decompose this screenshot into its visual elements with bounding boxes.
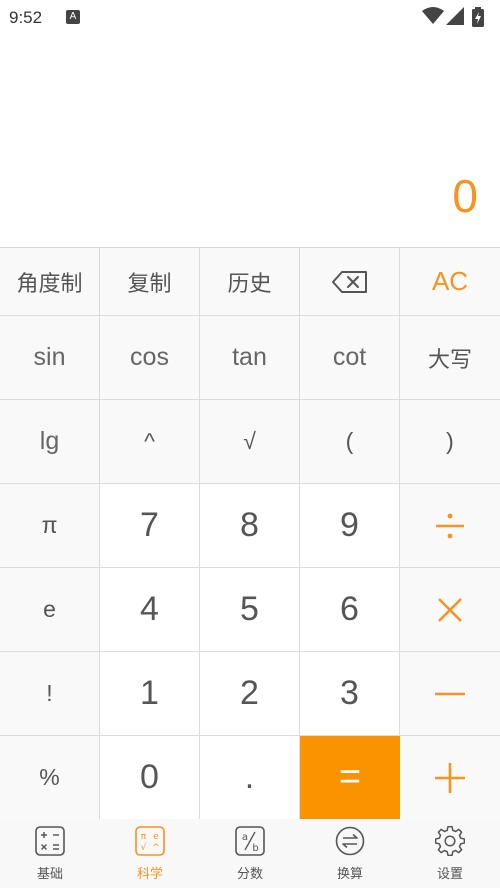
svg-text:π: π: [141, 832, 147, 842]
open-paren-button[interactable]: (: [300, 400, 400, 484]
calculator-display: 0: [0, 34, 500, 247]
tan-button[interactable]: tan: [200, 316, 300, 400]
status-bar: 9:52 A: [0, 0, 500, 34]
display-value: 0: [452, 170, 478, 222]
status-time: 9:52: [9, 8, 43, 27]
all-clear-button[interactable]: AC: [400, 248, 500, 316]
tab-scientific[interactable]: π e √ ^ 科学: [100, 819, 200, 888]
scientific-calc-icon: π e √ ^: [135, 826, 165, 856]
tab-conversion-label: 换算: [336, 867, 363, 882]
divide-icon: [436, 513, 464, 538]
svg-text:b: b: [252, 843, 258, 854]
cot-button[interactable]: cot: [300, 316, 400, 400]
digit-5-button[interactable]: 5: [200, 568, 300, 652]
copy-button[interactable]: 复制: [100, 248, 200, 316]
tab-settings[interactable]: 设置: [400, 819, 500, 888]
add-button[interactable]: [400, 736, 500, 820]
tab-fraction[interactable]: a b 分数: [200, 819, 300, 888]
backspace-button[interactable]: [300, 248, 400, 316]
factorial-button[interactable]: !: [0, 652, 100, 736]
cos-button[interactable]: cos: [100, 316, 200, 400]
uppercase-button[interactable]: 大写: [400, 316, 500, 400]
signal-icon: [446, 7, 464, 25]
multiply-icon: [438, 597, 462, 622]
power-button[interactable]: ^: [100, 400, 200, 484]
divide-button[interactable]: [400, 484, 500, 568]
digit-9-button[interactable]: 9: [300, 484, 400, 568]
close-paren-button[interactable]: ): [400, 400, 500, 484]
svg-text:√: √: [141, 842, 147, 853]
settings-gear-icon: [435, 826, 465, 856]
svg-text:^: ^: [152, 843, 160, 853]
pi-button[interactable]: π: [0, 484, 100, 568]
conversion-icon: [335, 826, 365, 856]
digit-7-button[interactable]: 7: [100, 484, 200, 568]
basic-calc-icon: [35, 826, 65, 856]
tab-basic-label: 基础: [36, 867, 63, 882]
decimal-point-button[interactable]: .: [200, 736, 300, 820]
digit-2-button[interactable]: 2: [200, 652, 300, 736]
digit-0-button[interactable]: 0: [100, 736, 200, 820]
status-icons: [422, 7, 492, 27]
plus-icon: [435, 762, 465, 793]
svg-text:a: a: [242, 832, 248, 843]
battery-icon: [472, 7, 484, 27]
history-button[interactable]: 历史: [200, 248, 300, 316]
tab-fraction-label: 分数: [236, 867, 263, 882]
fraction-icon: a b: [235, 826, 265, 856]
digit-8-button[interactable]: 8: [200, 484, 300, 568]
multiply-button[interactable]: [400, 568, 500, 652]
bottom-tab-bar: 基础 π e √ ^ 科学 a b 分数 换算 设置: [0, 819, 500, 888]
equals-button[interactable]: =: [300, 736, 400, 820]
sin-button[interactable]: sin: [0, 316, 100, 400]
svg-text:e: e: [153, 832, 159, 842]
subtract-button[interactable]: [400, 652, 500, 736]
e-button[interactable]: e: [0, 568, 100, 652]
digit-6-button[interactable]: 6: [300, 568, 400, 652]
tab-scientific-label: 科学: [136, 867, 163, 882]
percent-button[interactable]: %: [0, 736, 100, 820]
digit-1-button[interactable]: 1: [100, 652, 200, 736]
log-button[interactable]: lg: [0, 400, 100, 484]
tab-settings-label: 设置: [436, 867, 463, 882]
minus-icon: [435, 692, 465, 695]
tab-conversion[interactable]: 换算: [300, 819, 400, 888]
digit-4-button[interactable]: 4: [100, 568, 200, 652]
keypad: 角度制 复制 历史 AC sin cos tan cot 大写 lg ^ √ (…: [0, 247, 500, 820]
wifi-icon: [422, 7, 444, 24]
tab-basic[interactable]: 基础: [0, 819, 100, 888]
angle-mode-button[interactable]: 角度制: [0, 248, 100, 316]
backspace-icon: [331, 270, 367, 293]
sqrt-button[interactable]: √: [200, 400, 300, 484]
digit-3-button[interactable]: 3: [300, 652, 400, 736]
notification-icon: A: [66, 10, 80, 24]
